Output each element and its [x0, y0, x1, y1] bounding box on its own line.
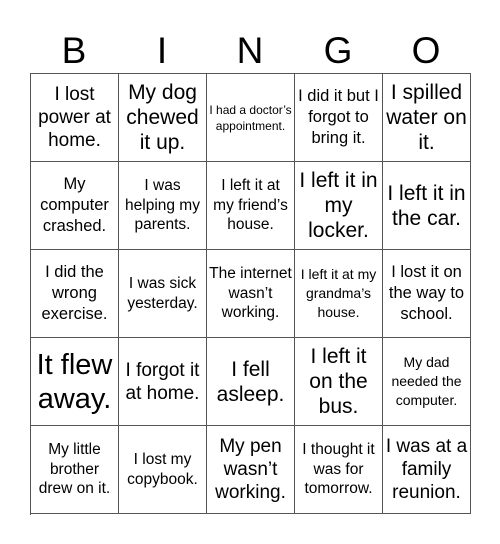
bingo-header: B I N G O: [30, 28, 470, 73]
bingo-cell-text: I left it at my grandma’s house.: [300, 266, 377, 320]
bingo-cell-r2-c1[interactable]: My computer crashed.: [31, 162, 119, 250]
bingo-cell-r4-c5[interactable]: My dad needed the computer.: [383, 338, 471, 426]
bingo-cell-text: I left it on the bus.: [309, 345, 368, 418]
bingo-cell-r3-c1[interactable]: I did the wrong exercise.: [31, 250, 119, 338]
bingo-cell-r5-c2[interactable]: I lost my copybook.: [119, 426, 207, 514]
bingo-cell-r5-c3[interactable]: My pen wasn’t working.: [207, 426, 295, 514]
bingo-cell-r1-c5[interactable]: I spilled water on it.: [383, 74, 471, 162]
bingo-cell-r4-c3[interactable]: I fell asleep.: [207, 338, 295, 426]
bingo-cell-r3-c3[interactable]: The internet wasn’t working.: [207, 250, 295, 338]
bingo-cell-r3-c5[interactable]: I lost it on the way to school.: [383, 250, 471, 338]
bingo-cell-r2-c3[interactable]: I left it at my friend’s house.: [207, 162, 295, 250]
bingo-cell-r1-c1[interactable]: I lost power at home.: [31, 74, 119, 162]
bingo-cell-r1-c4[interactable]: I did it but I forgot to bring it.: [295, 74, 383, 162]
header-letter-i: I: [156, 30, 168, 71]
bingo-cell-text: I was sick yesterday.: [127, 275, 198, 312]
bingo-cell-r3-c2[interactable]: I was sick yesterday.: [119, 250, 207, 338]
bingo-cell-r5-c4[interactable]: I thought it was for tomorrow.: [295, 426, 383, 514]
bingo-cell-text: I fell asleep.: [216, 357, 285, 406]
bingo-cell-r1-c2[interactable]: My dog chewed it up.: [119, 74, 207, 162]
bingo-card-grid: I lost power at home. My dog chewed it up…: [30, 73, 471, 515]
bingo-cell-text: I had a doctor’s appointment.: [209, 102, 292, 133]
bingo-cell-r2-c5[interactable]: I left it in the car.: [383, 162, 471, 250]
bingo-cell-r2-c2[interactable]: I was helping my parents.: [119, 162, 207, 250]
bingo-cell-text: I did it but I forgot to bring it.: [298, 87, 379, 147]
bingo-cell-text: I left it in my locker.: [299, 169, 378, 242]
bingo-cell-text: I left it at my friend’s house.: [213, 177, 288, 234]
bingo-cell-r2-c4[interactable]: I left it in my locker.: [295, 162, 383, 250]
header-letter-b: B: [61, 30, 87, 71]
bingo-cell-text: It flew away.: [36, 348, 113, 415]
bingo-cell-text: I was at a family reunion.: [385, 436, 468, 503]
header-letter-g: G: [323, 30, 353, 71]
bingo-cell-r5-c1[interactable]: My little brother drew on it.: [31, 426, 119, 514]
bingo-cell-text: My little brother drew on it.: [38, 441, 111, 498]
bingo-cell-text: My computer crashed.: [40, 175, 109, 235]
bingo-cell-text: The internet wasn’t working.: [209, 265, 292, 322]
bingo-cell-r5-c5[interactable]: I was at a family reunion.: [383, 426, 471, 514]
bingo-cell-text: I left it in the car.: [387, 181, 466, 230]
bingo-cell-r3-c4[interactable]: I left it at my grandma’s house.: [295, 250, 383, 338]
bingo-cell-text: I thought it was for tomorrow.: [302, 441, 375, 498]
bingo-cell-text: I lost it on the way to school.: [388, 263, 465, 323]
bingo-cell-text: My dad needed the computer.: [391, 354, 462, 408]
bingo-cell-text: I did the wrong exercise.: [41, 263, 108, 323]
bingo-cell-text: I spilled water on it.: [386, 81, 467, 154]
bingo-cell-text: My dog chewed it up.: [126, 81, 199, 154]
bingo-cell-r1-c3[interactable]: I had a doctor’s appointment.: [207, 74, 295, 162]
header-letter-o: O: [411, 30, 441, 71]
bingo-cell-text: I lost my copybook.: [127, 451, 198, 488]
bingo-cell-text: I was helping my parents.: [125, 177, 200, 234]
bingo-cell-r4-c4[interactable]: I left it on the bus.: [295, 338, 383, 426]
bingo-cell-text: I lost power at home.: [38, 84, 111, 151]
bingo-cell-r4-c1[interactable]: It flew away.: [31, 338, 119, 426]
header-letter-n: N: [236, 30, 264, 71]
bingo-cell-r4-c2[interactable]: I forgot it at home.: [119, 338, 207, 426]
bingo-cell-text: I forgot it at home.: [125, 359, 200, 404]
bingo-cell-text: My pen wasn’t working.: [215, 436, 286, 503]
